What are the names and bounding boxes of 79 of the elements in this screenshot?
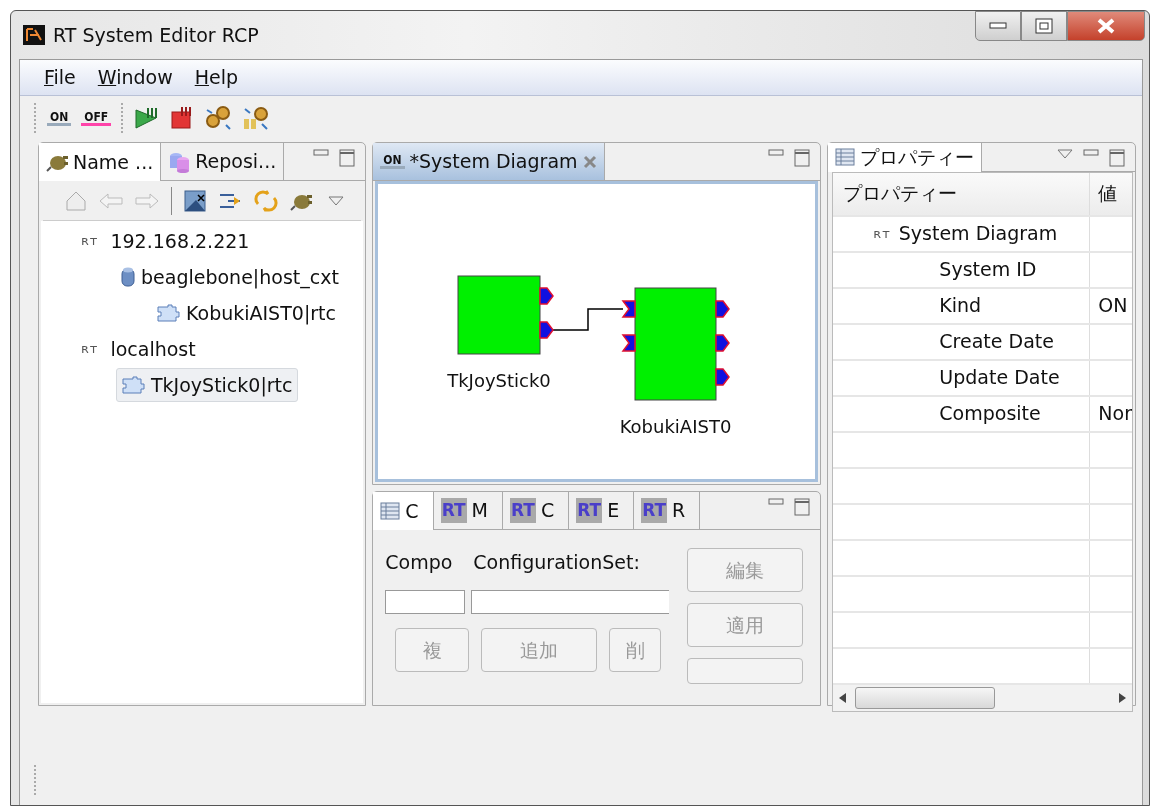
panel-tab[interactable]: RT E <box>569 491 635 529</box>
cylinder-icon <box>121 266 135 288</box>
rt-logo-icon: ʀт <box>81 339 99 359</box>
maximize-icon[interactable] <box>794 497 811 516</box>
maximize-icon[interactable] <box>1109 149 1125 167</box>
panel-tab[interactable]: Name ... <box>39 143 162 181</box>
component-block[interactable] <box>457 275 555 355</box>
maximize-icon[interactable] <box>794 149 811 167</box>
menu-item[interactable]: File <box>44 63 76 92</box>
panel-tab[interactable]: RT R <box>634 491 701 529</box>
table-icon <box>380 501 401 520</box>
component-label: TkJoyStick0 <box>447 370 552 391</box>
panel-tab[interactable]: Reposi... <box>161 143 285 180</box>
minimize-icon <box>989 22 1007 30</box>
app-logo-icon <box>23 25 45 45</box>
text-field[interactable] <box>471 590 670 615</box>
field-label: Compo <box>385 549 454 575</box>
property-value: Nor <box>1098 401 1132 427</box>
maximize-button[interactable] <box>1021 11 1067 41</box>
column-header[interactable]: プロパティー <box>843 179 958 208</box>
panel-tab[interactable]: RT M <box>433 491 503 529</box>
connector-line[interactable] <box>552 308 625 331</box>
rt-logo-icon: RT <box>509 497 536 523</box>
field-label: ConfigurationSet: <box>473 549 640 575</box>
property-name: Create Date <box>939 329 1054 355</box>
property-name: Composite <box>939 401 1041 427</box>
home-icon[interactable] <box>65 189 87 212</box>
online-button[interactable]: ON <box>47 110 72 126</box>
tree-item[interactable]: localhost <box>105 331 201 367</box>
dropdown-icon[interactable] <box>1057 149 1073 159</box>
panel-tab[interactable]: プロパティー <box>828 143 983 172</box>
scroll-left-icon[interactable] <box>839 692 848 703</box>
close-icon <box>1096 18 1116 34</box>
property-value: ON <box>1098 293 1128 319</box>
maximize-icon[interactable] <box>339 149 356 167</box>
table-icon <box>835 148 856 167</box>
refresh-icon[interactable] <box>254 189 278 212</box>
column-header[interactable]: 値 <box>1098 179 1118 208</box>
tree-item[interactable]: 192.168.2.221 <box>105 223 255 259</box>
tab-label: *System Diagram <box>409 149 578 175</box>
tree-item[interactable]: KobukiAIST0|rtc <box>151 295 341 331</box>
image-icon[interactable] <box>184 189 206 212</box>
minimize-icon[interactable] <box>768 497 785 506</box>
panel-tab[interactable]: C <box>373 491 434 530</box>
text-field[interactable] <box>385 590 466 615</box>
menu-item[interactable]: Window <box>97 63 173 92</box>
rt-logo-icon: RT <box>576 497 603 523</box>
component-block[interactable] <box>621 287 731 401</box>
offline-button[interactable]: OFF <box>81 110 112 126</box>
property-name: Update Date <box>939 365 1060 391</box>
rt-logo-icon: ʀт <box>81 231 99 251</box>
component-label: KobukiAIST0 <box>620 416 732 437</box>
maximize-icon <box>1035 18 1053 34</box>
dropdown-icon[interactable] <box>328 195 344 206</box>
editor-tab[interactable]: ON *System Diagram <box>373 143 605 180</box>
puzzle-icon <box>156 303 180 323</box>
window-title: RT System Editor RCP <box>53 22 259 48</box>
tree-item[interactable]: beaglebone|host_cxt <box>116 259 344 295</box>
minimize-icon[interactable] <box>768 149 785 157</box>
rt-logo-icon: RT <box>641 497 668 523</box>
panel-tab[interactable]: RT C <box>502 491 570 529</box>
scroll-right-icon[interactable] <box>1118 692 1126 703</box>
cylinder-icon <box>168 150 191 173</box>
close-button[interactable] <box>1067 11 1145 41</box>
property-name: System ID <box>939 257 1037 283</box>
close-icon[interactable] <box>582 154 597 169</box>
minimize-button[interactable] <box>975 11 1021 41</box>
gears-icon[interactable] <box>204 105 233 131</box>
rt-logo-icon: ʀт <box>873 223 891 244</box>
scrollbar[interactable] <box>833 684 1132 711</box>
rt-logo-icon: RT <box>440 497 467 523</box>
property-name: Kind <box>939 293 982 319</box>
property-name: System Diagram <box>898 221 1058 247</box>
menu-item[interactable]: Help <box>194 63 239 92</box>
tree-item[interactable]: TkJoyStick0|rtc <box>116 367 298 403</box>
puzzle-icon <box>121 375 145 395</box>
minimize-icon[interactable] <box>1083 149 1099 157</box>
minimize-icon[interactable] <box>313 149 330 157</box>
gears-icon[interactable] <box>242 105 271 131</box>
